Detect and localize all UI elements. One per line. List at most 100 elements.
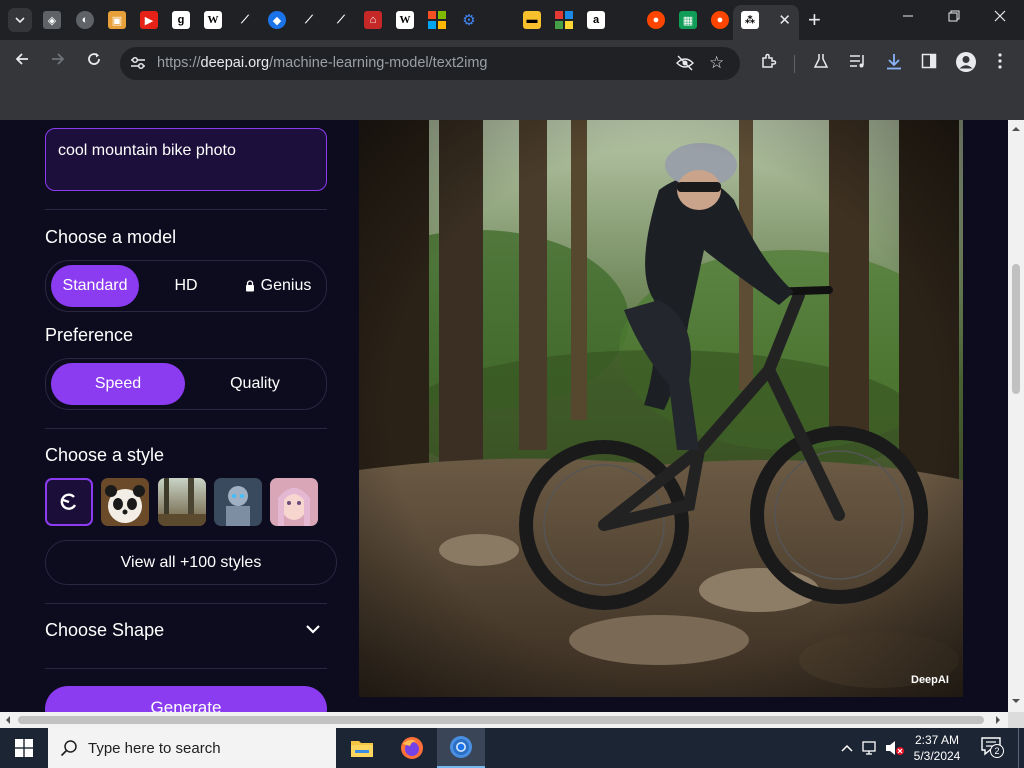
youtube-icon[interactable]: ▶: [140, 11, 158, 29]
generated-image: DeepAI: [359, 120, 963, 697]
scroll-right-icon[interactable]: [991, 712, 1005, 728]
amazon-icon[interactable]: a: [587, 11, 605, 29]
grid-icon[interactable]: [555, 11, 573, 29]
model-hd-button[interactable]: HD: [143, 265, 229, 307]
divider: [45, 603, 327, 604]
style-panda-thumbnail[interactable]: [101, 478, 149, 526]
tray-clock[interactable]: 2:37 AM 5/3/2024: [904, 732, 970, 764]
preference-speed-button[interactable]: Speed: [51, 363, 185, 405]
reload-icon[interactable]: [86, 51, 102, 72]
show-desktop-button[interactable]: [1018, 728, 1019, 768]
windows-taskbar: Type here to search 2:37 AM 5/3/2024 2: [0, 728, 1024, 768]
extensions-icon[interactable]: [760, 53, 777, 75]
chevron-down-icon: [15, 17, 25, 24]
none-style-icon: [60, 493, 77, 510]
tray-overflow-icon[interactable]: [840, 743, 854, 753]
restore-icon[interactable]: [948, 9, 960, 26]
firefox-icon[interactable]: [388, 728, 436, 768]
preference-section-title: Preference: [45, 325, 134, 345]
chrome-taskbar-icon[interactable]: [437, 728, 485, 768]
side-panel-icon[interactable]: [921, 53, 937, 74]
feather-icon[interactable]: ⟋: [332, 11, 350, 29]
network-icon[interactable]: [862, 740, 880, 756]
scrollbar-corner: [1008, 712, 1024, 728]
search-icon: [60, 740, 77, 757]
scroll-left-icon[interactable]: [1, 712, 15, 728]
browser-toolbar: https://deepai.org/machine-learning-mode…: [0, 40, 1024, 86]
horizontal-scroll-thumb[interactable]: [18, 716, 984, 724]
reddit-icon[interactable]: ●: [647, 11, 665, 29]
gear-icon[interactable]: ⚙: [460, 11, 478, 29]
deepai-icon: ⁂: [741, 11, 759, 29]
back-icon[interactable]: [14, 51, 30, 72]
chevron-down-icon: [306, 625, 320, 634]
vertical-scroll-thumb[interactable]: [1012, 264, 1020, 394]
watermark-logo: DeepAI: [911, 674, 949, 686]
feather-icon[interactable]: ⟋: [300, 11, 318, 29]
new-tab-button[interactable]: +: [808, 7, 821, 33]
taskbar-search[interactable]: Type here to search: [48, 728, 336, 768]
file-explorer-icon[interactable]: [338, 728, 386, 768]
notification-count-badge: 2: [990, 744, 1004, 758]
prompt-input[interactable]: cool mountain bike photo: [45, 128, 327, 191]
media-control-icon[interactable]: [849, 53, 867, 74]
home-icon[interactable]: ⌂: [364, 11, 382, 29]
windows-logo-icon: [15, 739, 33, 757]
minimize-icon[interactable]: [902, 9, 914, 26]
vertical-scrollbar[interactable]: [1008, 120, 1024, 712]
choose-shape-toggle[interactable]: Choose Shape: [45, 620, 327, 650]
model-section-title: Choose a model: [45, 227, 177, 247]
scroll-up-icon[interactable]: [1008, 122, 1024, 136]
bookmark-icon[interactable]: ▣: [108, 11, 126, 29]
wikipedia-icon[interactable]: W: [396, 11, 414, 29]
page-content: cool mountain bike photo Choose a model …: [0, 120, 1008, 712]
scroll-down-icon[interactable]: [1008, 694, 1024, 708]
search-placeholder: Type here to search: [88, 740, 221, 757]
feather-icon[interactable]: ⟋: [236, 11, 254, 29]
view-all-styles-button[interactable]: View all +100 styles: [45, 540, 337, 585]
prompt-text: cool mountain bike photo: [58, 142, 236, 159]
close-tab-icon[interactable]: ✕: [778, 11, 791, 29]
active-tab[interactable]: ⁂ ✕: [733, 5, 799, 40]
style-forest-thumbnail[interactable]: [158, 478, 206, 526]
globe-icon[interactable]: ◐: [76, 11, 94, 29]
forward-icon[interactable]: [50, 51, 66, 72]
notification-center-button[interactable]: 2: [980, 736, 1006, 760]
cash-icon[interactable]: ▬: [523, 11, 541, 29]
lock-icon: [245, 280, 254, 292]
model-genius-label: Genius: [260, 277, 312, 294]
reddit-icon[interactable]: ●: [711, 11, 729, 29]
shape-section-title: Choose Shape: [45, 620, 165, 640]
model-genius-button[interactable]: Genius: [234, 265, 322, 307]
eye-off-icon[interactable]: [676, 55, 694, 76]
style-none-button[interactable]: [45, 478, 93, 526]
bookmark-bar: [0, 86, 1024, 120]
address-bar[interactable]: https://deepai.org/machine-learning-mode…: [120, 47, 740, 80]
profile-avatar-icon[interactable]: [955, 51, 977, 78]
sheets-icon[interactable]: ▦: [679, 11, 697, 29]
close-window-icon[interactable]: [994, 9, 1006, 26]
bookmark-star-icon[interactable]: ☆: [709, 53, 724, 73]
more-menu-icon[interactable]: [998, 53, 1002, 74]
style-portrait-thumbnail[interactable]: [270, 478, 318, 526]
preference-quality-button[interactable]: Quality: [188, 363, 322, 405]
style-robot-thumbnail[interactable]: [214, 478, 262, 526]
site-settings-icon[interactable]: [130, 56, 146, 75]
tab-strip: ◈ ◐ ▣ ▶ g W ⟋ ◆ ⟋ ⟋ ⌂ W ⚙ ▬ a ● ▦ ● ⁂ ✕ …: [0, 0, 1024, 40]
microsoft-icon[interactable]: [428, 11, 446, 29]
model-selector: Standard HD Genius: [45, 260, 327, 312]
start-button[interactable]: [0, 728, 48, 768]
preference-selector: Speed Quality: [45, 358, 327, 410]
volume-muted-icon[interactable]: [885, 740, 905, 756]
shield-icon[interactable]: ◆: [268, 11, 286, 29]
generate-button[interactable]: Generate: [45, 686, 327, 712]
download-icon[interactable]: [885, 53, 903, 75]
labs-icon[interactable]: [813, 53, 829, 74]
text-icon[interactable]: g: [172, 11, 190, 29]
tab-search-button[interactable]: [8, 8, 32, 32]
model-standard-button[interactable]: Standard: [51, 265, 139, 307]
divider: [45, 668, 327, 669]
horizontal-scrollbar[interactable]: [0, 712, 1008, 728]
layers-icon[interactable]: ◈: [43, 11, 61, 29]
wikipedia-icon[interactable]: W: [204, 11, 222, 29]
